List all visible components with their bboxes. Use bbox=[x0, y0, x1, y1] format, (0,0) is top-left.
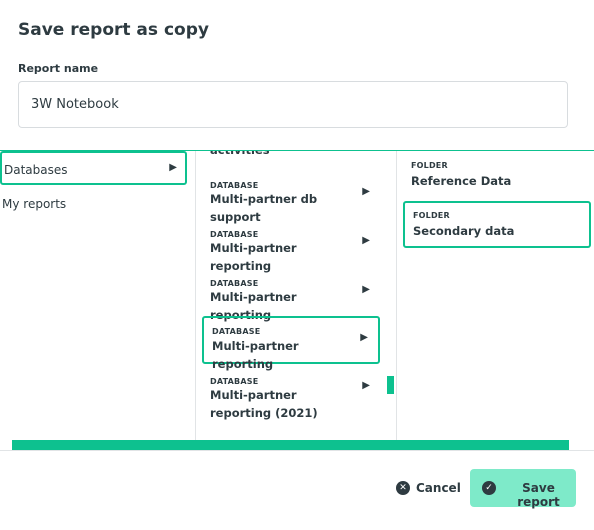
arrow-right-icon: ▶ bbox=[362, 380, 370, 391]
item-type: FOLDER bbox=[413, 211, 450, 220]
item-type: FOLDER bbox=[411, 161, 448, 170]
location-item-label: Databases bbox=[4, 163, 68, 177]
folder-item[interactable]: FOLDER Reference Data bbox=[403, 153, 591, 200]
cancel-circle-icon: ✕ bbox=[396, 481, 410, 495]
item-type: DATABASE bbox=[210, 377, 259, 386]
location-item-databases[interactable]: Databases ▶ bbox=[0, 151, 187, 185]
save-label: Save report bbox=[517, 481, 560, 509]
item-name: Multi-partner db support bbox=[210, 192, 318, 224]
arrow-right-icon: ▶ bbox=[362, 235, 370, 246]
item-name: Multi-partner reporting (2021) bbox=[210, 388, 318, 420]
arrow-right-icon: ▶ bbox=[169, 162, 177, 173]
report-name-label: Report name bbox=[18, 62, 99, 75]
item-name: Multi-partner reporting bbox=[212, 339, 299, 371]
database-item[interactable]: DATABASE Multi-partner db support ▶ bbox=[202, 175, 380, 224]
footer-divider bbox=[0, 450, 594, 451]
location-item-label: My reports bbox=[2, 197, 67, 211]
save-report-button[interactable]: ✓ Save report bbox=[470, 469, 576, 509]
item-name: Secondary data bbox=[413, 224, 515, 238]
location-item-my-reports[interactable]: My reports bbox=[0, 187, 187, 221]
cancel-label: Cancel bbox=[416, 481, 461, 495]
arrow-right-icon: ▶ bbox=[362, 284, 370, 295]
report-name-input[interactable] bbox=[18, 81, 568, 128]
dialog-title: Save report as copy bbox=[18, 20, 209, 40]
item-type: DATABASE bbox=[210, 279, 259, 288]
database-column: activities DATABASE Multi-partner db sup… bbox=[196, 151, 397, 451]
item-type: DATABASE bbox=[212, 327, 261, 336]
database-item-selected[interactable]: DATABASE Multi-partner reporting ▶ bbox=[202, 316, 380, 371]
database-item[interactable]: DATABASE Multi-partner reporting ▶ bbox=[202, 224, 380, 273]
folder-column: FOLDER Reference Data FOLDER Secondary d… bbox=[397, 151, 594, 451]
folder-item-selected[interactable]: FOLDER Secondary data bbox=[403, 201, 591, 248]
database-item[interactable]: DATABASE Multi-partner reporting (2021) … bbox=[202, 371, 380, 431]
cancel-button[interactable]: ✕ Cancel bbox=[388, 470, 463, 506]
item-name: Multi-partner reporting bbox=[210, 241, 297, 273]
column-scrollbar-thumb[interactable] bbox=[387, 376, 394, 394]
database-item[interactable]: DATABASE Multi-partner reporting ▶ bbox=[202, 273, 380, 322]
database-item-partial[interactable]: activities bbox=[210, 151, 270, 157]
arrow-right-icon: ▶ bbox=[360, 332, 368, 343]
location-column: Databases ▶ My reports bbox=[0, 151, 196, 451]
item-name: Reference Data bbox=[411, 174, 512, 188]
folder-browser: Databases ▶ My reports activities DATABA… bbox=[0, 150, 594, 451]
item-type: DATABASE bbox=[210, 230, 259, 239]
item-type: DATABASE bbox=[210, 181, 259, 190]
check-circle-icon: ✓ bbox=[482, 481, 496, 495]
arrow-right-icon: ▶ bbox=[362, 186, 370, 197]
